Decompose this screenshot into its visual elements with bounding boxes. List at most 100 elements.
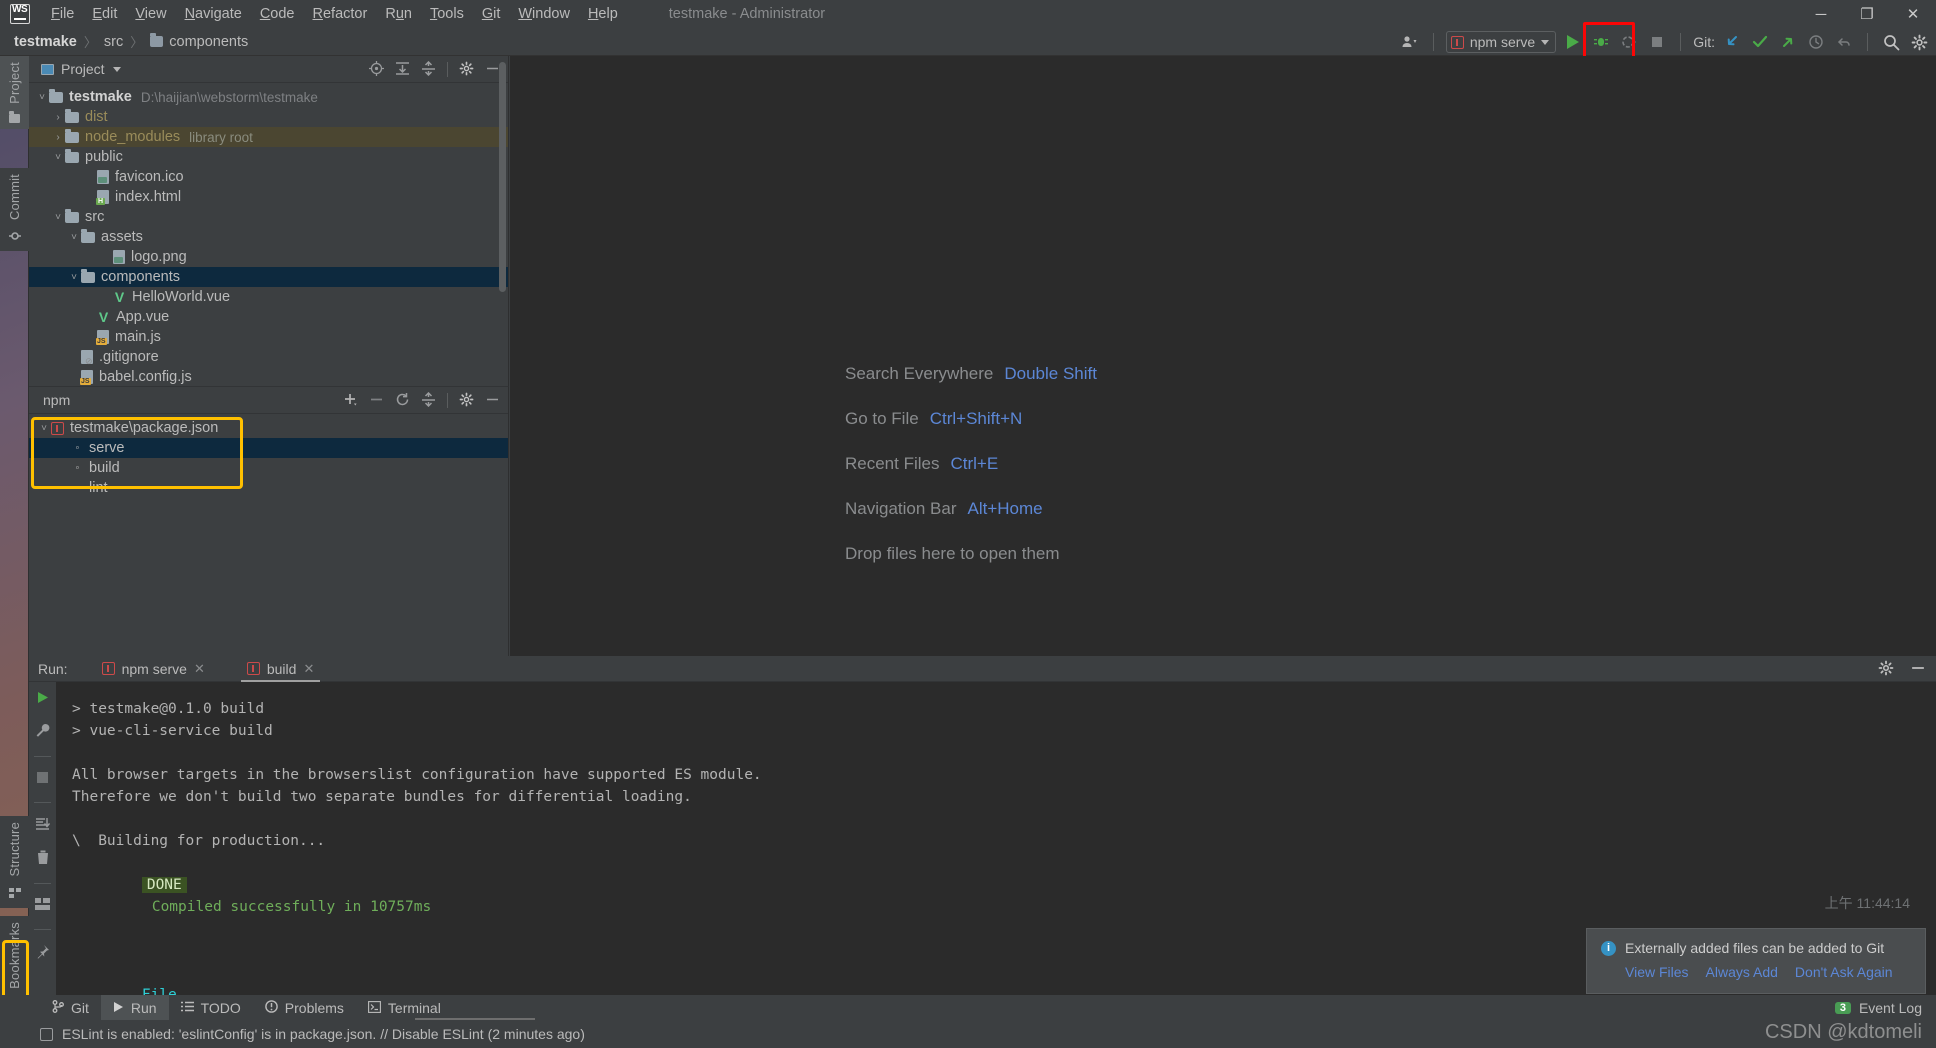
tree-node-main-js[interactable]: main.js <box>29 327 508 347</box>
expand-all-icon[interactable] <box>395 61 410 78</box>
chevron-icon[interactable]: › <box>51 132 65 143</box>
bottom-item-git[interactable]: Git <box>40 995 101 1020</box>
chevron-icon[interactable]: ˅ <box>67 232 81 243</box>
collapse-all-icon[interactable] <box>421 391 436 409</box>
settings-icon[interactable] <box>1908 31 1930 53</box>
add-icon[interactable] <box>343 392 358 409</box>
chevron-icon[interactable]: › <box>51 112 65 123</box>
hide-icon[interactable] <box>485 392 500 409</box>
tree-node-helloworld-vue[interactable]: V HelloWorld.vue <box>29 287 508 307</box>
run-button[interactable] <box>1562 31 1584 53</box>
chevron-icon[interactable]: ˅ <box>67 272 81 283</box>
menu-refactor[interactable]: Refactor <box>304 3 377 25</box>
scroll-to-end-icon[interactable] <box>35 817 51 836</box>
run-with-coverage-button[interactable] <box>1618 31 1640 53</box>
menu-navigate[interactable]: Navigate <box>176 3 251 25</box>
tree-node-dist[interactable]: › dist <box>29 107 508 127</box>
npm-scripts-list[interactable]: ˅ testmake\package.json ◦ serve ◦ build ◦ lint <box>29 414 508 498</box>
chevron-down-icon[interactable] <box>112 66 121 72</box>
project-file-tree[interactable]: ˅ testmake D:\haijian\webstorm\testmake › di… <box>29 83 508 387</box>
pin-icon[interactable] <box>35 944 50 963</box>
tree-node-testmake[interactable]: ˅ testmake D:\haijian\webstorm\testmake <box>29 87 508 107</box>
rerun-icon[interactable] <box>35 690 50 709</box>
menu-view[interactable]: View <box>126 3 175 25</box>
trash-icon[interactable] <box>36 850 50 869</box>
view-files-link[interactable]: View Files <box>1625 964 1689 980</box>
breadcrumb-src[interactable]: src <box>104 34 123 50</box>
npm-script-build[interactable]: ◦ build <box>29 458 508 478</box>
tree-node-app-vue[interactable]: V App.vue <box>29 307 508 327</box>
event-log-area[interactable]: 3 Event Log <box>1834 1000 1922 1016</box>
close-icon[interactable]: ✕ <box>303 661 314 677</box>
tree-node-babel-config-js[interactable]: babel.config.js <box>29 367 508 387</box>
dont-ask-again-link[interactable]: Don't Ask Again <box>1795 964 1893 980</box>
stop-icon[interactable] <box>36 771 49 788</box>
soft-wrap-icon[interactable] <box>35 898 50 915</box>
close-icon[interactable]: ✕ <box>194 661 205 677</box>
user-avatar-icon[interactable] <box>1399 31 1421 53</box>
breadcrumb-project[interactable]: testmake <box>14 34 77 50</box>
stop-button[interactable] <box>1646 31 1668 53</box>
search-icon[interactable] <box>1880 31 1902 53</box>
remove-icon[interactable] <box>369 392 384 409</box>
wrench-icon[interactable] <box>35 723 50 742</box>
run-configuration-selector[interactable]: npm serve <box>1445 31 1557 53</box>
sidebar-item-structure[interactable]: Structure <box>0 816 29 908</box>
folder-icon <box>81 228 95 243</box>
locate-icon[interactable] <box>369 61 384 78</box>
tree-node-favicon-ico[interactable]: favicon.ico <box>29 167 508 187</box>
menu-file[interactable]: File <box>42 3 83 25</box>
hide-icon[interactable] <box>1910 660 1926 678</box>
tree-node--gitignore[interactable]: .gitignore <box>29 347 508 367</box>
menu-code[interactable]: Code <box>251 3 304 25</box>
collapse-all-icon[interactable] <box>421 60 436 78</box>
tree-node-index-html[interactable]: index.html <box>29 187 508 207</box>
debug-button[interactable] <box>1590 31 1612 53</box>
bottom-item-todo[interactable]: TODO <box>169 995 253 1020</box>
chevron-icon[interactable]: ˅ <box>51 152 65 163</box>
chevron-icon[interactable]: ˅ <box>37 423 51 434</box>
tree-node-node-modules[interactable]: › node_modules library root <box>29 127 508 147</box>
git-update-icon[interactable] <box>1721 31 1743 53</box>
always-add-link[interactable]: Always Add <box>1706 964 1778 980</box>
bottom-item-problems[interactable]: Problems <box>253 995 356 1020</box>
tree-node-components[interactable]: ˅ components <box>29 267 508 287</box>
menu-git[interactable]: Git <box>473 3 510 25</box>
tree-node-public[interactable]: ˅ public <box>29 147 508 167</box>
menu-window[interactable]: Window <box>509 3 579 25</box>
npm-script-lint[interactable]: ◦ lint <box>29 478 508 498</box>
settings-icon[interactable] <box>459 392 474 409</box>
tree-node-src[interactable]: ˅ src <box>29 207 508 227</box>
run-tab-build[interactable]: build ✕ <box>237 656 325 682</box>
refresh-icon[interactable] <box>395 392 410 409</box>
bottom-item-terminal[interactable]: Terminal <box>356 995 453 1020</box>
bottom-item-run[interactable]: Run <box>100 995 169 1020</box>
npm-script-serve[interactable]: ◦ serve <box>29 438 508 458</box>
history-icon[interactable] <box>1805 31 1827 53</box>
git-commit-icon[interactable] <box>1749 31 1771 53</box>
run-tab-npm-serve[interactable]: npm serve ✕ <box>92 656 215 682</box>
menu-tools[interactable]: Tools <box>421 3 473 25</box>
panel-divider <box>447 393 448 408</box>
maximize-button[interactable]: ❐ <box>1844 0 1890 28</box>
menu-edit[interactable]: Edit <box>83 3 126 25</box>
chevron-icon[interactable]: ˅ <box>51 212 65 223</box>
sidebar-item-commit[interactable]: Commit <box>0 168 29 251</box>
git-push-icon[interactable] <box>1777 31 1799 53</box>
settings-icon[interactable] <box>459 61 474 78</box>
settings-icon[interactable] <box>1878 660 1894 678</box>
tree-node-assets[interactable]: ˅ assets <box>29 227 508 247</box>
hide-icon[interactable] <box>485 61 500 78</box>
sidebar-item-project[interactable]: Project <box>0 56 29 129</box>
close-button[interactable]: ✕ <box>1890 0 1936 28</box>
menu-help[interactable]: Help <box>579 3 627 25</box>
editor-area[interactable]: Search Everywhere Double Shift Go to File C… <box>510 56 1936 656</box>
breadcrumb-components[interactable]: components <box>150 33 248 50</box>
project-tree-scrollbar[interactable] <box>499 62 506 292</box>
menu-run[interactable]: Run <box>376 3 421 25</box>
chevron-icon[interactable]: ˅ <box>35 92 49 103</box>
rollback-icon[interactable] <box>1833 31 1855 53</box>
minimize-button[interactable]: ─ <box>1798 0 1844 28</box>
tree-node-logo-png[interactable]: logo.png <box>29 247 508 267</box>
npm-package-node[interactable]: ˅ testmake\package.json <box>29 418 508 438</box>
